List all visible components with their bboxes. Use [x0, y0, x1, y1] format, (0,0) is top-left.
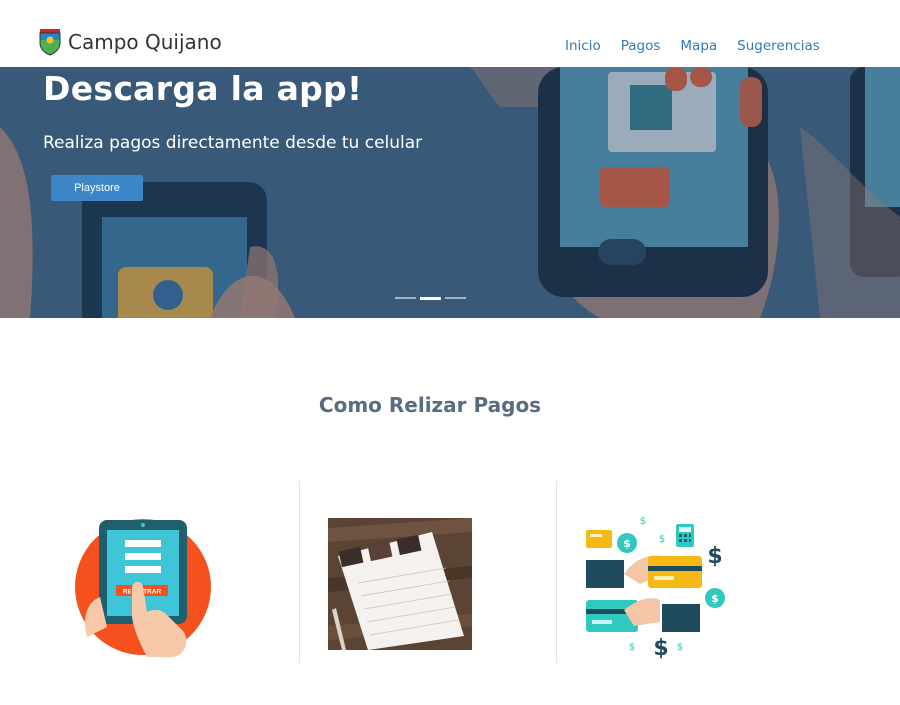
main-nav: Inicio Pagos Mapa Sugerencias: [565, 38, 840, 54]
navbar: Campo Quijano Inicio Pagos Mapa Sugerenc…: [0, 0, 900, 67]
svg-text:$: $: [677, 642, 683, 653]
column-divider: [299, 481, 300, 663]
svg-text:$: $: [711, 592, 719, 605]
carousel-indicator-3[interactable]: [445, 297, 466, 299]
svg-text:$: $: [659, 534, 665, 545]
nav-item-sugerencias[interactable]: Sugerencias: [737, 38, 820, 54]
nav-item-inicio[interactable]: Inicio: [565, 38, 601, 54]
hero-title: Descarga la app!: [43, 69, 363, 108]
carousel-indicator-1[interactable]: [395, 297, 416, 299]
nav-item-pagos[interactable]: Pagos: [621, 38, 661, 54]
card-payment-icon: $ $ $ $ $ $ $ $: [586, 516, 725, 660]
svg-text:$: $: [707, 544, 722, 569]
calendar-photo-icon: [328, 518, 472, 650]
brand-name: Campo Quijano: [68, 30, 222, 54]
carousel-indicator-2[interactable]: [420, 296, 441, 300]
svg-text:$: $: [653, 636, 668, 660]
brand[interactable]: Campo Quijano: [37, 28, 222, 56]
column-divider: [556, 481, 557, 663]
section-title: Como Relizar Pagos: [318, 393, 542, 417]
svg-text:$: $: [640, 516, 646, 527]
nav-item-mapa[interactable]: Mapa: [680, 38, 717, 54]
svg-text:$: $: [623, 537, 631, 550]
hero-carousel[interactable]: Descarga la app! Realiza pagos directame…: [0, 67, 900, 318]
municipal-shield-icon: [39, 29, 61, 56]
playstore-button[interactable]: Playstore: [51, 175, 143, 201]
hero-subtitle: Realiza pagos directamente desde tu celu…: [43, 133, 423, 153]
carousel-indicators: [395, 296, 470, 300]
svg-text:$: $: [629, 642, 635, 653]
tablet-register-icon: REGISTRAR: [75, 519, 211, 657]
